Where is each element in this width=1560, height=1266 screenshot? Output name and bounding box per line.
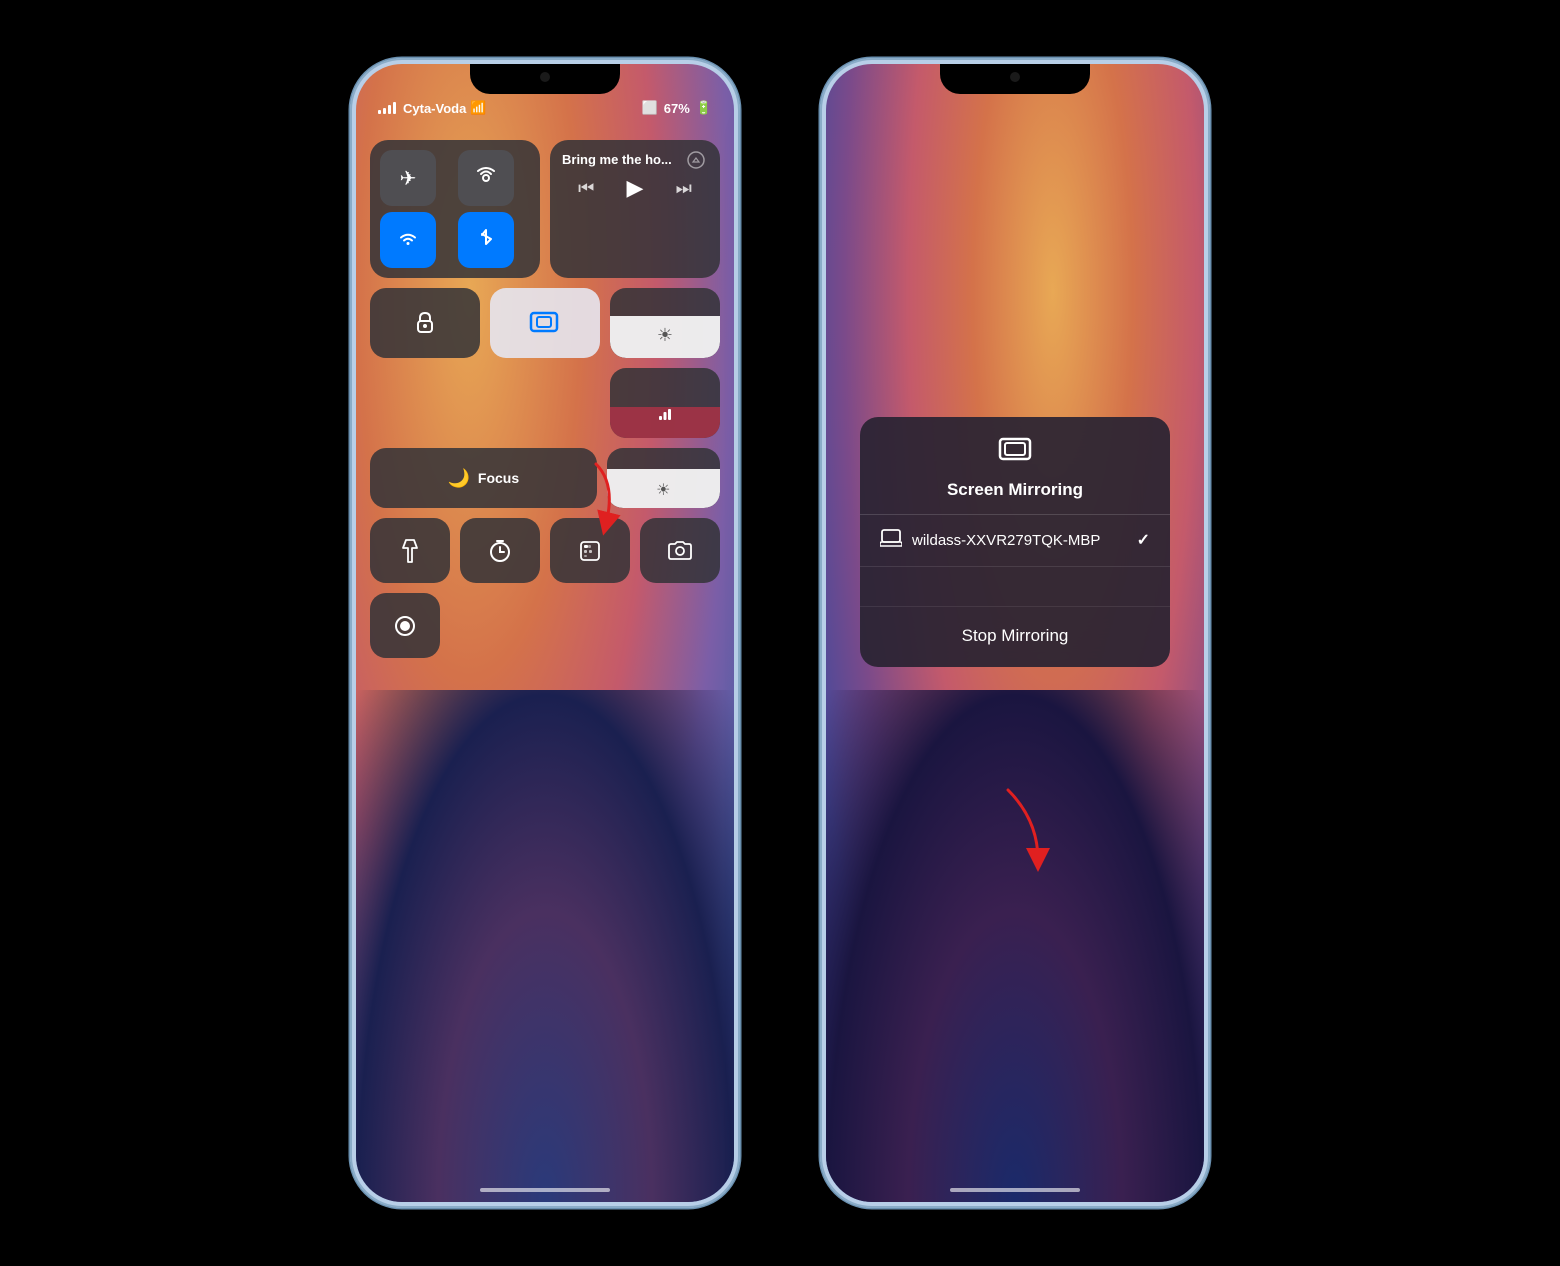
bluetooth-button[interactable] bbox=[458, 212, 514, 268]
control-center: ✈ bbox=[370, 140, 720, 658]
phone-1: Cyta-Voda 📶 ⬜ 67% 🔋 ✈ bbox=[350, 58, 740, 1208]
smp-title: Screen Mirroring bbox=[947, 480, 1083, 500]
flashlight-button[interactable] bbox=[370, 518, 450, 583]
screen-mirror-button[interactable] bbox=[490, 288, 600, 358]
status-right-1: ⬜ 67% 🔋 bbox=[642, 100, 712, 116]
carrier-info: Cyta-Voda 📶 bbox=[378, 100, 487, 116]
smp-laptop-icon bbox=[880, 529, 902, 552]
smp-stop-section: Stop Mirroring bbox=[860, 607, 1170, 667]
cc-record-row bbox=[370, 593, 720, 658]
airplane-icon: ✈ bbox=[400, 166, 417, 191]
volume-slider[interactable] bbox=[610, 368, 720, 438]
screen-record-button[interactable] bbox=[370, 593, 440, 658]
calculator-button[interactable] bbox=[550, 518, 630, 583]
cc-row-2: ☀ bbox=[370, 288, 720, 438]
brightness-slider[interactable]: ☀ bbox=[610, 288, 720, 358]
bluetooth-icon bbox=[474, 225, 498, 255]
media-rewind-button[interactable]: ⏮ bbox=[578, 178, 594, 199]
media-play-button[interactable]: ▶ bbox=[627, 175, 644, 201]
smp-device-name: wildass-XXVR279TQK-MBP bbox=[912, 532, 1100, 549]
camera-button[interactable] bbox=[640, 518, 720, 583]
phone-2: Screen Mirroring wildass-XXVR279TQK-MBP … bbox=[820, 58, 1210, 1208]
smp-empty-area bbox=[860, 567, 1170, 607]
brightness-slider-2[interactable]: ☀ bbox=[607, 448, 720, 508]
wifi-icon bbox=[396, 225, 420, 255]
airplane-mode-button[interactable]: ✈ bbox=[380, 150, 436, 206]
smp-device-row[interactable]: wildass-XXVR279TQK-MBP ✓ bbox=[860, 515, 1170, 567]
camera-dot-2 bbox=[1010, 72, 1020, 82]
cellular-icon bbox=[474, 164, 498, 193]
signal-bar-4 bbox=[393, 102, 396, 114]
screen-lock-button[interactable] bbox=[370, 288, 480, 358]
media-controls: ⏮ ▶ ⏭ bbox=[562, 175, 708, 201]
volume-icon bbox=[656, 404, 674, 426]
focus-label: Focus bbox=[478, 470, 519, 486]
smp-checkmark: ✓ bbox=[1137, 530, 1150, 550]
cc-connectivity-block: ✈ bbox=[370, 140, 540, 278]
wifi-status-icon: 📶 bbox=[470, 100, 486, 116]
signal-bar-1 bbox=[378, 110, 381, 114]
cellular-button[interactable] bbox=[458, 150, 514, 206]
smp-header: Screen Mirroring bbox=[860, 437, 1170, 515]
battery-icon: 🔋 bbox=[696, 100, 712, 116]
airplay-icon[interactable] bbox=[686, 150, 710, 174]
signal-bar-2 bbox=[383, 108, 386, 114]
battery-percent: 67% bbox=[664, 101, 690, 116]
home-indicator-1 bbox=[480, 1188, 610, 1192]
moon-icon: 🌙 bbox=[448, 468, 470, 489]
brightness-icon: ☀ bbox=[657, 325, 673, 346]
carrier-name: Cyta-Voda bbox=[403, 101, 466, 116]
status-bar-1: Cyta-Voda 📶 ⬜ 67% 🔋 bbox=[378, 100, 712, 116]
smp-screen-icon bbox=[998, 437, 1032, 472]
timer-button[interactable] bbox=[460, 518, 540, 583]
smp-stop-mirroring-button[interactable]: Stop Mirroring bbox=[962, 626, 1069, 646]
screen-mirroring-panel: Screen Mirroring wildass-XXVR279TQK-MBP … bbox=[860, 417, 1170, 667]
signal-bars bbox=[378, 102, 396, 114]
notch-2 bbox=[940, 64, 1090, 94]
cc-tools-row bbox=[370, 518, 720, 583]
wifi-button[interactable] bbox=[380, 212, 436, 268]
cc-top-row: ✈ bbox=[370, 140, 720, 278]
camera-dot-1 bbox=[540, 72, 550, 82]
brightness-icon-2: ☀ bbox=[656, 480, 670, 500]
cc-focus-row: 🌙 Focus ☀ bbox=[370, 448, 720, 508]
focus-button[interactable]: 🌙 Focus bbox=[370, 448, 597, 508]
signal-bar-3 bbox=[388, 105, 391, 114]
notch-1 bbox=[470, 64, 620, 94]
smp-device-info: wildass-XXVR279TQK-MBP bbox=[880, 529, 1100, 552]
cc-sliders: ☀ bbox=[610, 288, 720, 438]
phone-1-screen: Cyta-Voda 📶 ⬜ 67% 🔋 ✈ bbox=[356, 64, 734, 1202]
cc-media-block: Bring me the ho... ⏮ ▶ ⏭ bbox=[550, 140, 720, 278]
media-fastforward-button[interactable]: ⏭ bbox=[676, 178, 692, 199]
home-indicator-2 bbox=[950, 1188, 1080, 1192]
screen-mirror-indicator: ⬜ bbox=[642, 100, 658, 116]
phone-2-screen: Screen Mirroring wildass-XXVR279TQK-MBP … bbox=[826, 64, 1204, 1202]
